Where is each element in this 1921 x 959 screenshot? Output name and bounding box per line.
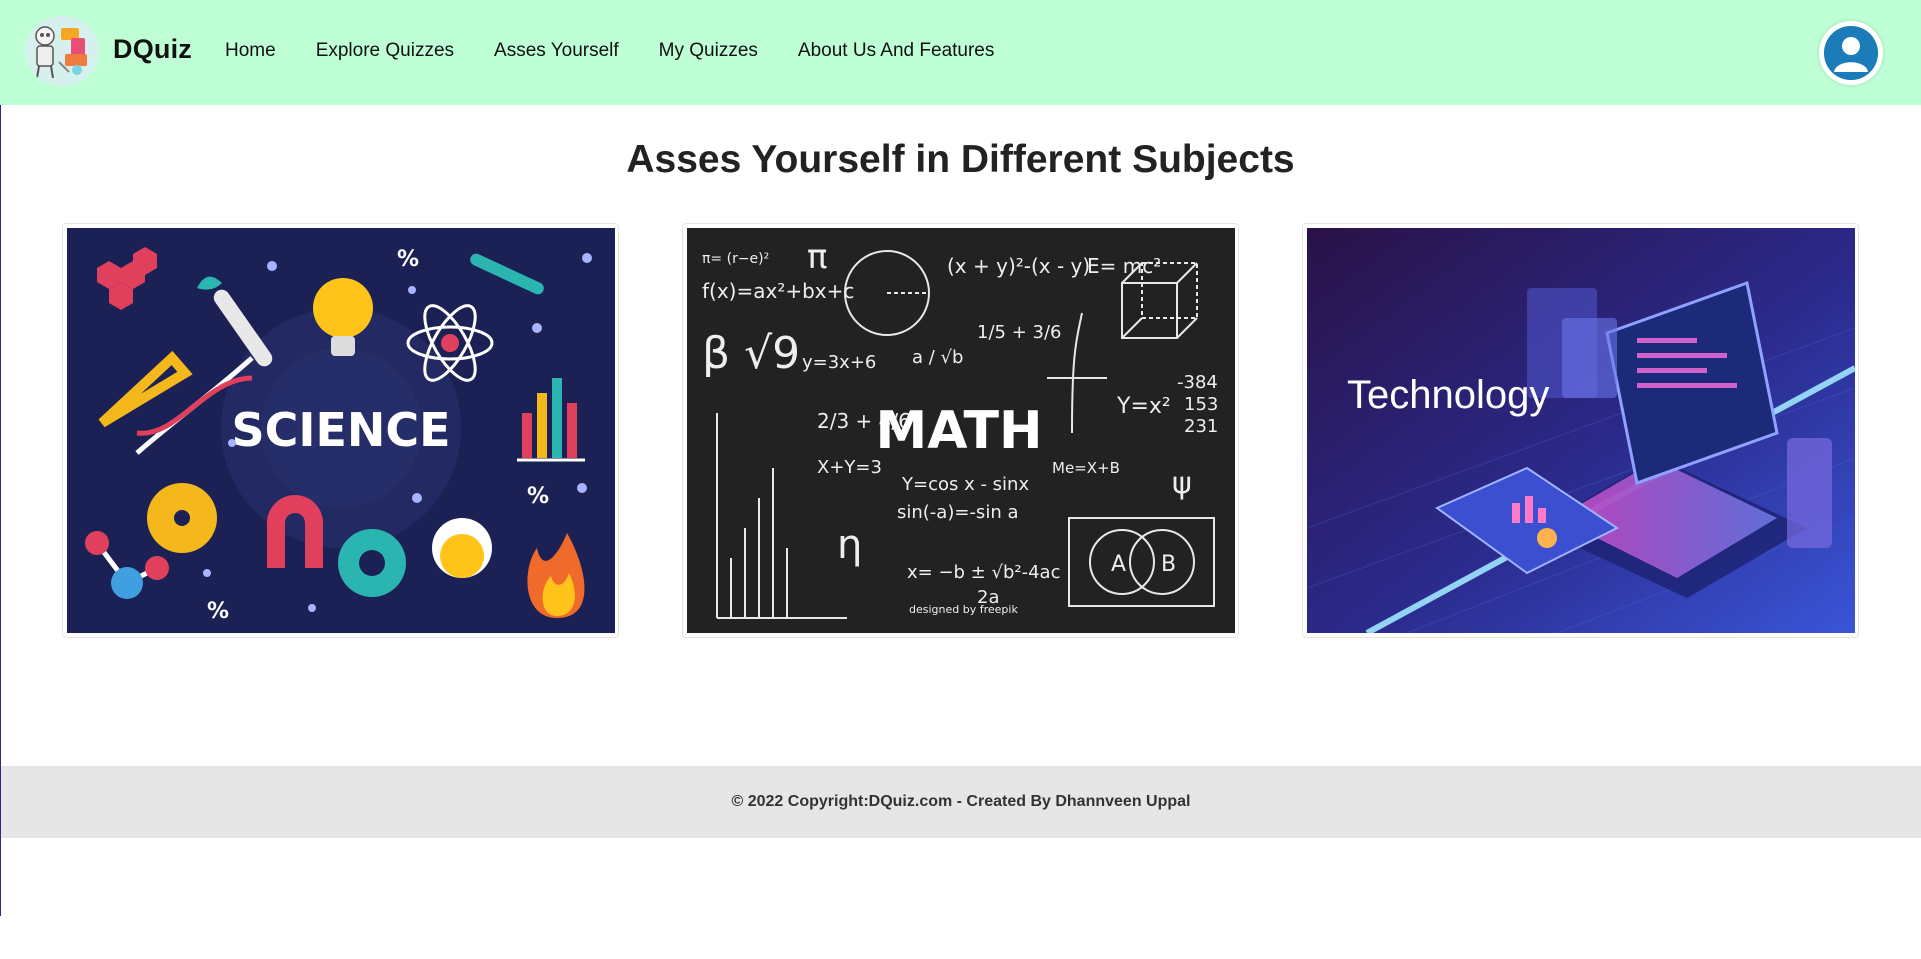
science-image: SCIENCE % % % <box>67 228 615 633</box>
svg-text:A: A <box>1111 552 1126 577</box>
nav-home[interactable]: Home <box>225 40 276 62</box>
brand-logo[interactable] <box>25 16 99 86</box>
svg-text:B: B <box>1161 552 1176 577</box>
math-label: MATH <box>876 401 1043 461</box>
math-image: π= (r−e)² f(x)=ax²+bx+c π (x + y)²-(x - … <box>687 228 1235 633</box>
subject-card-technology[interactable]: Technology <box>1302 223 1859 638</box>
svg-text:E= mc²: E= mc² <box>1087 254 1161 278</box>
footer: © 2022 Copyright:DQuiz.com - Created By … <box>1 766 1921 838</box>
nav-asses-yourself[interactable]: Asses Yourself <box>494 40 619 62</box>
robot-logo-icon <box>27 16 97 86</box>
svg-text:%: % <box>207 599 229 624</box>
svg-text:f(x)=ax²+bx+c: f(x)=ax²+bx+c <box>702 279 854 303</box>
svg-text:(x + y)²-(x - y): (x + y)²-(x - y) <box>947 254 1090 278</box>
svg-text:a / √b: a / √b <box>912 347 963 368</box>
subject-card-math[interactable]: π= (r−e)² f(x)=ax²+bx+c π (x + y)²-(x - … <box>682 223 1239 638</box>
profile-avatar-button[interactable] <box>1819 21 1883 85</box>
user-avatar-icon <box>1824 26 1878 80</box>
svg-text:Y=x²: Y=x² <box>1116 394 1171 419</box>
svg-text:π= (r−e)²: π= (r−e)² <box>702 251 769 267</box>
subject-card-science[interactable]: SCIENCE % % % <box>62 223 619 638</box>
svg-text:1/5 + 3/6: 1/5 + 3/6 <box>977 322 1061 343</box>
science-label: SCIENCE <box>231 403 450 457</box>
navbar: DQuiz Home Explore Quizzes Asses Yoursel… <box>0 0 1921 105</box>
nav-my-quizzes[interactable]: My Quizzes <box>659 40 758 62</box>
svg-text:231: 231 <box>1184 416 1218 437</box>
freepik-credit: designed by freepik <box>909 603 1018 616</box>
svg-text:153: 153 <box>1184 394 1218 415</box>
svg-text:Me=X+B: Me=X+B <box>1052 459 1120 477</box>
svg-text:x= −b ± √b²-4ac: x= −b ± √b²-4ac <box>907 562 1060 583</box>
svg-text:Y=cos x - sinx: Y=cos x - sinx <box>901 474 1029 495</box>
brand-name[interactable]: DQuiz <box>113 34 192 65</box>
svg-text:β √9: β √9 <box>702 328 800 379</box>
svg-text:%: % <box>397 247 419 272</box>
svg-text:X+Y=3: X+Y=3 <box>817 457 882 478</box>
nav-about-us[interactable]: About Us And Features <box>798 40 994 62</box>
technology-image: Technology <box>1307 228 1855 633</box>
svg-text:%: % <box>527 484 549 509</box>
technology-label: Technology <box>1347 373 1549 417</box>
svg-text:π: π <box>807 237 827 277</box>
svg-text:y=3x+6: y=3x+6 <box>802 352 876 373</box>
svg-text:η: η <box>837 522 862 568</box>
nav-links: Home Explore Quizzes Asses Yourself My Q… <box>225 40 994 62</box>
footer-copyright: © 2022 Copyright:DQuiz.com - Created By … <box>731 793 1191 810</box>
svg-text:sin(-a)=-sin a: sin(-a)=-sin a <box>897 502 1018 523</box>
page-title: Asses Yourself in Different Subjects <box>626 138 1295 181</box>
svg-text:ψ: ψ <box>1172 466 1192 501</box>
nav-explore-quizzes[interactable]: Explore Quizzes <box>316 40 454 62</box>
svg-text:-384: -384 <box>1177 372 1218 393</box>
